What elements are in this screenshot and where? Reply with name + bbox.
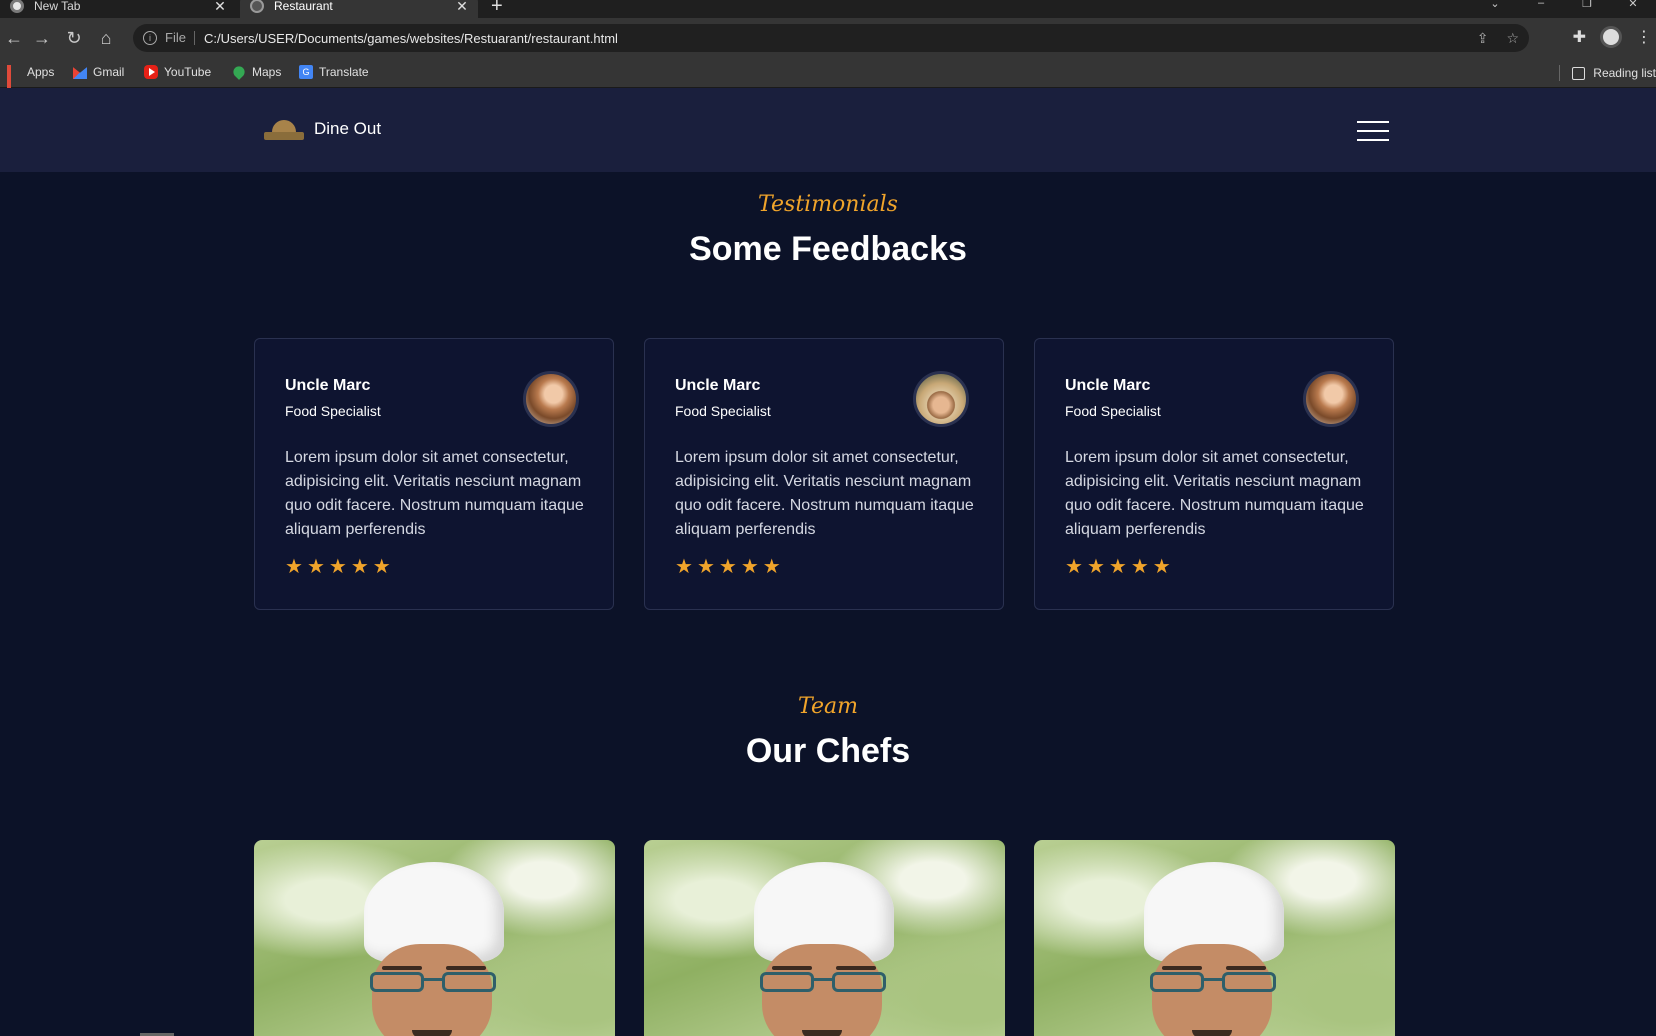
- star-rating: ★ ★ ★ ★ ★: [285, 557, 391, 577]
- url-text[interactable]: C:/Users/USER/Documents/games/websites/R…: [204, 31, 618, 46]
- tab-restaurant[interactable]: Restaurant ✕: [240, 0, 478, 18]
- star-icon: ★: [718, 556, 737, 578]
- window-controls: ⌄ – ❐ ✕: [1472, 0, 1656, 12]
- extensions-puzzle-icon[interactable]: ✚: [1573, 27, 1586, 47]
- avatar: [1303, 371, 1359, 427]
- bookmarks-bar: Apps Gmail YouTube Maps G Translate Read…: [0, 58, 1656, 101]
- star-rating: ★ ★ ★ ★ ★: [675, 557, 781, 577]
- avatar: [523, 371, 579, 427]
- testimonial-card: Uncle Marc Food Specialist Lorem ipsum d…: [254, 338, 614, 610]
- review-text: Lorem ipsum dolor sit amet consectetur, …: [675, 449, 974, 538]
- brand-name: Dine Out: [314, 119, 382, 138]
- star-icon: ★: [1108, 556, 1127, 578]
- bookmark-label: Translate: [319, 65, 369, 79]
- back-arrow-icon[interactable]: ←: [2, 26, 26, 50]
- star-icon: ★: [675, 556, 693, 578]
- youtube-icon: [144, 65, 158, 79]
- bookmark-gmail[interactable]: Gmail: [73, 65, 124, 79]
- chef-card-image: [1034, 840, 1395, 1036]
- page-viewport: Dine Out Testimonials Some Feedbacks Unc…: [0, 88, 1656, 1036]
- reading-list-button[interactable]: Reading list: [1559, 65, 1656, 81]
- hamburger-menu-icon[interactable]: [1357, 121, 1389, 141]
- chef-card-image: [254, 840, 615, 1036]
- toolbar-actions: ✚ ⋮: [1573, 26, 1656, 48]
- review-text: Lorem ipsum dolor sit amet consectetur, …: [285, 449, 584, 538]
- bookmark-label: YouTube: [164, 65, 212, 79]
- bookmark-label: Maps: [252, 65, 282, 79]
- minimize-icon[interactable]: –: [1518, 0, 1564, 12]
- reviewer-name: Uncle Marc: [1065, 377, 1151, 394]
- browser-tabstrip: New Tab ✕ Restaurant ✕ + ⌄ – ❐ ✕: [0, 0, 1656, 18]
- info-icon[interactable]: i: [143, 31, 157, 45]
- star-icon: ★: [350, 556, 369, 578]
- cloche-logo-icon: [264, 118, 304, 140]
- maps-icon: [231, 64, 247, 80]
- site-header: Dine Out: [0, 88, 1656, 172]
- browser-toolbar: ← → ↻ ⌂ i File C:/Users/USER/Documents/g…: [0, 18, 1656, 58]
- reviewer-role: Food Specialist: [285, 403, 381, 419]
- new-tab-button[interactable]: +: [491, 0, 503, 18]
- star-icon: ★: [306, 556, 325, 578]
- reading-list-icon: [1572, 66, 1586, 80]
- tab-new-tab[interactable]: New Tab ✕: [0, 0, 236, 18]
- share-icon[interactable]: ⇪: [1477, 30, 1489, 47]
- gmail-icon: [73, 67, 87, 79]
- bookmark-maps[interactable]: Maps: [231, 64, 282, 80]
- translate-icon: G: [299, 65, 313, 79]
- tab-title: New Tab: [34, 0, 81, 13]
- home-icon[interactable]: ⌂: [94, 26, 118, 50]
- testimonials-title: Some Feedbacks: [689, 230, 967, 268]
- omnibox-actions: ⇪ ☆: [1477, 30, 1519, 47]
- bookmark-translate[interactable]: G Translate: [299, 65, 369, 79]
- chrome-icon: [10, 0, 24, 13]
- bookmark-apps[interactable]: Apps: [7, 65, 55, 101]
- avatar: [913, 371, 969, 427]
- star-icon: ★: [372, 556, 391, 578]
- star-icon: ★: [1065, 556, 1083, 578]
- testimonial-card: Uncle Marc Food Specialist Lorem ipsum d…: [1034, 338, 1394, 610]
- globe-icon: [250, 0, 264, 13]
- testimonial-card: Uncle Marc Food Specialist Lorem ipsum d…: [644, 338, 1004, 610]
- star-icon: ★: [762, 556, 781, 578]
- close-icon[interactable]: ✕: [212, 0, 228, 15]
- bookmark-label: Apps: [27, 65, 55, 79]
- team-tag: Team: [798, 694, 858, 719]
- star-icon: ★: [328, 556, 347, 578]
- star-icon: ★: [1130, 556, 1149, 578]
- forward-arrow-icon[interactable]: →: [30, 26, 54, 50]
- reviewer-role: Food Specialist: [675, 403, 771, 419]
- tab-search-icon[interactable]: ⌄: [1472, 0, 1518, 12]
- reading-list-label: Reading list: [1593, 66, 1656, 80]
- bookmark-youtube[interactable]: YouTube: [144, 65, 211, 79]
- star-icon: ★: [1086, 556, 1105, 578]
- kebab-menu-icon[interactable]: ⋮: [1636, 27, 1652, 47]
- close-icon[interactable]: ✕: [454, 0, 470, 15]
- review-text: Lorem ipsum dolor sit amet consectetur, …: [1065, 449, 1364, 538]
- star-rating: ★ ★ ★ ★ ★: [1065, 557, 1171, 577]
- reload-icon[interactable]: ↻: [62, 26, 86, 50]
- apps-grid-icon: [7, 65, 21, 101]
- reviewer-role: Food Specialist: [1065, 403, 1161, 419]
- scheme-label: File: [165, 31, 195, 45]
- testimonials-tag: Testimonials: [758, 192, 898, 217]
- site-logo[interactable]: Dine Out: [264, 118, 381, 140]
- bookmark-label: Gmail: [93, 65, 125, 79]
- star-icon: ★: [696, 556, 715, 578]
- team-title: Our Chefs: [745, 732, 911, 770]
- address-bar[interactable]: i File C:/Users/USER/Documents/games/web…: [133, 24, 1529, 52]
- tab-title: Restaurant: [274, 0, 333, 13]
- reviewer-name: Uncle Marc: [675, 377, 761, 394]
- bookmark-star-icon[interactable]: ☆: [1506, 30, 1519, 47]
- close-window-icon[interactable]: ✕: [1610, 0, 1656, 12]
- star-icon: ★: [1152, 556, 1171, 578]
- restore-icon[interactable]: ❐: [1564, 0, 1610, 12]
- chef-card-image: [644, 840, 1005, 1036]
- star-icon: ★: [740, 556, 759, 578]
- profile-avatar[interactable]: [1600, 26, 1622, 48]
- star-icon: ★: [285, 556, 303, 578]
- reviewer-name: Uncle Marc: [285, 377, 371, 394]
